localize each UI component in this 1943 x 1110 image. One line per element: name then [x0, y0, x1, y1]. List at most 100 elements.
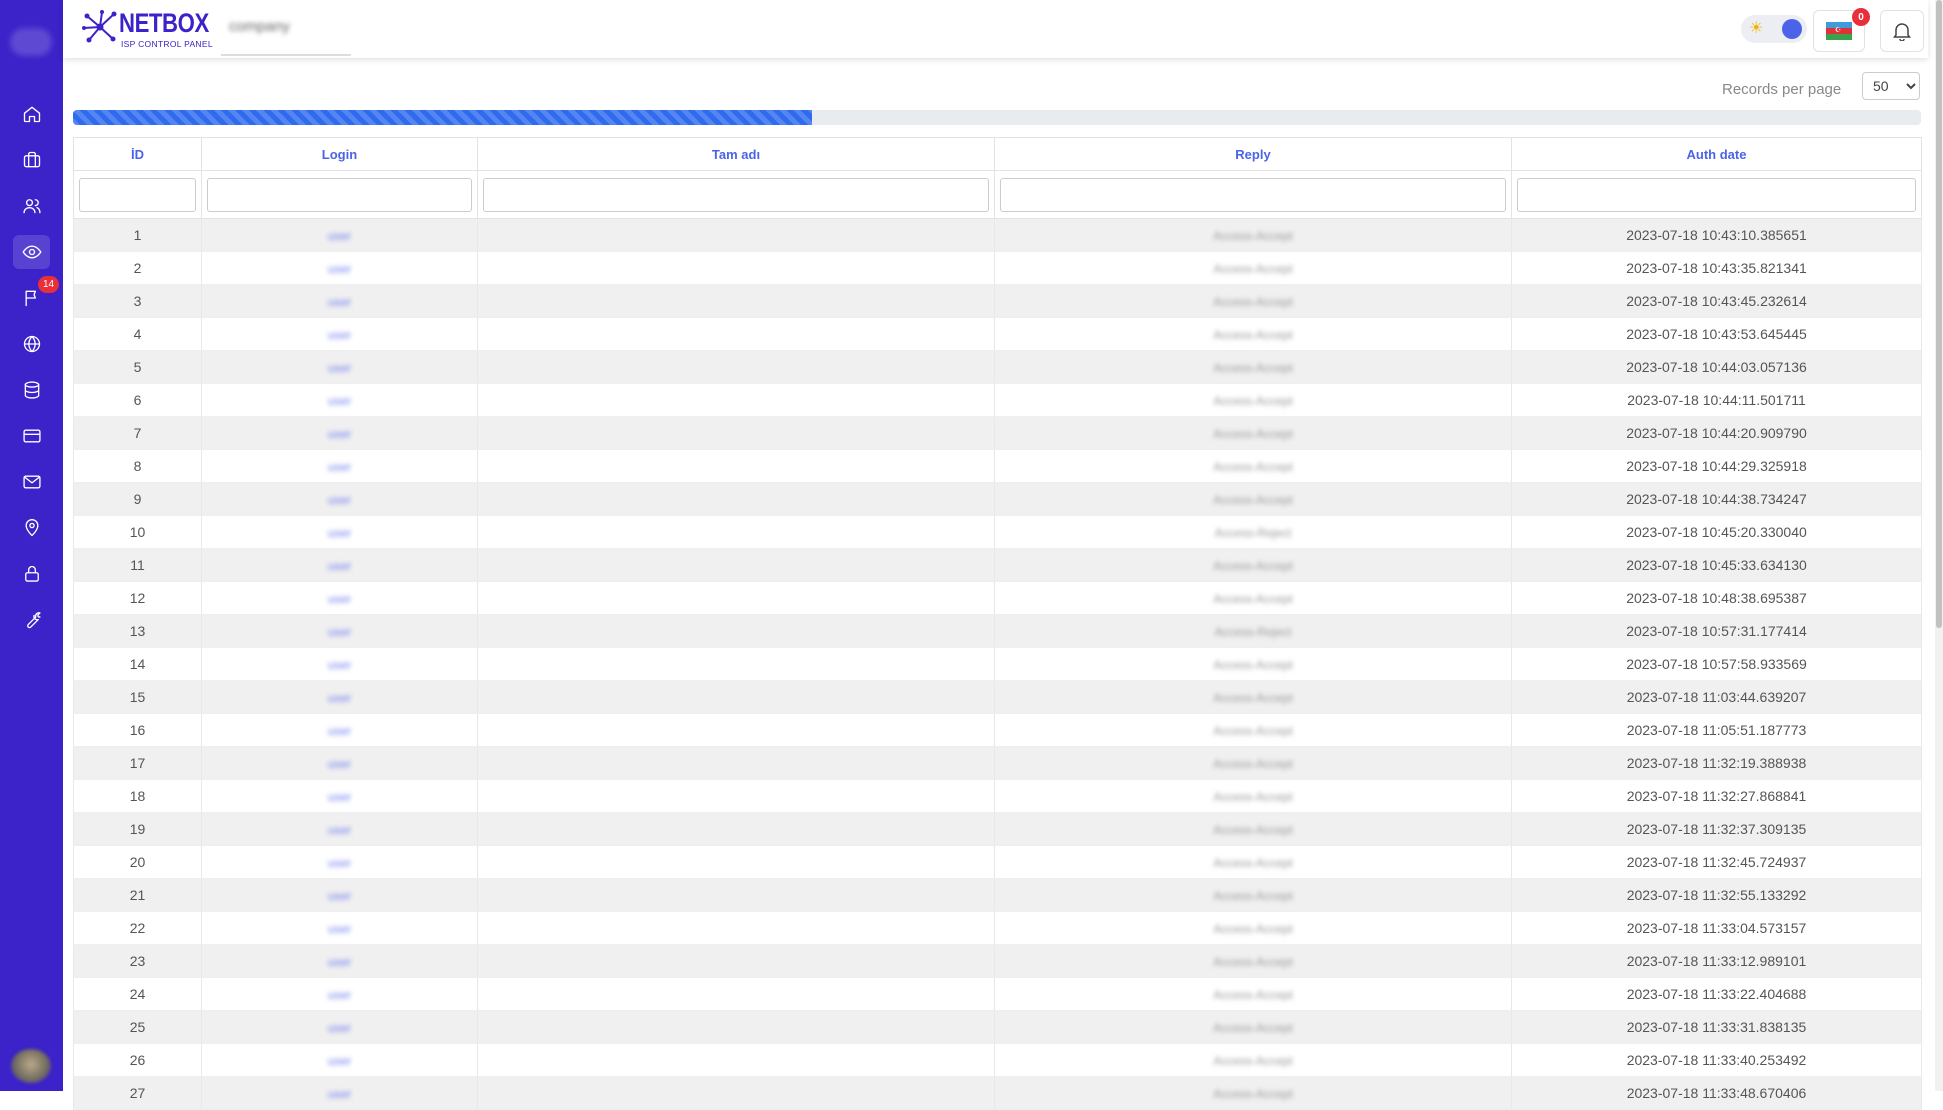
table-row[interactable]: 3 user Access-Accept 2023-07-18 10:43:45.23… — [73, 284, 1922, 318]
cell-login-text[interactable]: user — [328, 229, 351, 243]
auth-date-filter-input[interactable] — [1517, 177, 1916, 212]
login-filter-input[interactable] — [207, 177, 472, 212]
table-row[interactable]: 22 user Access-Accept 2023-07-18 11:33:04.5… — [73, 911, 1922, 945]
cell-login-text[interactable]: user — [328, 559, 351, 573]
cell-login[interactable]: user — [201, 251, 478, 285]
column-header-login[interactable]: Login — [201, 137, 478, 171]
cell-login[interactable]: user — [201, 911, 478, 945]
table-row[interactable]: 8 user Access-Accept 2023-07-18 10:44:29.32… — [73, 449, 1922, 483]
table-row[interactable]: 7 user Access-Accept 2023-07-18 10:44:20.90… — [73, 416, 1922, 450]
table-row[interactable]: 16 user Access-Accept 2023-07-18 11:05:51.1… — [73, 713, 1922, 747]
table-row[interactable]: 4 user Access-Accept 2023-07-18 10:43:53.64… — [73, 317, 1922, 351]
table-row[interactable]: 1 user Access-Accept 2023-07-18 10:43:10.38… — [73, 218, 1922, 252]
id-filter-input[interactable] — [79, 177, 196, 212]
cell-login[interactable]: user — [201, 746, 478, 780]
sidebar-item-users[interactable] — [13, 189, 50, 223]
cell-login[interactable]: user — [201, 548, 478, 582]
column-header-id[interactable]: İD — [73, 137, 202, 171]
table-row[interactable]: 21 user Access-Accept 2023-07-18 11:32:55.1… — [73, 878, 1922, 912]
cell-login-text[interactable]: user — [328, 1054, 351, 1068]
table-row[interactable]: 12 user Access-Accept 2023-07-18 10:48:38.6… — [73, 581, 1922, 615]
cell-login[interactable]: user — [201, 680, 478, 714]
sidebar-logo[interactable] — [10, 28, 52, 56]
notifications-button[interactable] — [1880, 10, 1924, 52]
brand-logo[interactable]: NETBOX ISP CONTROL PANEL — [81, 6, 221, 50]
cell-login-text[interactable]: user — [328, 757, 351, 771]
table-row[interactable]: 17 user Access-Accept 2023-07-18 11:32:19.3… — [73, 746, 1922, 780]
table-row[interactable]: 25 user Access-Accept 2023-07-18 11:33:31.8… — [73, 1010, 1922, 1044]
table-row[interactable]: 19 user Access-Accept 2023-07-18 11:32:37.3… — [73, 812, 1922, 846]
table-row[interactable]: 10 user Access-Reject 2023-07-18 10:45:20.3… — [73, 515, 1922, 549]
sidebar-item-locations[interactable] — [13, 511, 50, 545]
sidebar-item-home[interactable] — [13, 97, 50, 131]
cell-login[interactable]: user — [201, 416, 478, 450]
cell-login-text[interactable]: user — [328, 493, 351, 507]
table-row[interactable]: 2 user Access-Accept 2023-07-18 10:43:35.82… — [73, 251, 1922, 285]
cell-login-text[interactable]: user — [328, 823, 351, 837]
cell-login[interactable]: user — [201, 845, 478, 879]
cell-login[interactable]: user — [201, 614, 478, 648]
cell-login[interactable]: user — [201, 449, 478, 483]
company-tab[interactable]: company — [221, 6, 351, 56]
cell-login[interactable]: user — [201, 1043, 478, 1077]
cell-login-text[interactable]: user — [328, 988, 351, 1002]
cell-login-text[interactable]: user — [328, 922, 351, 936]
table-row[interactable]: 14 user Access-Accept 2023-07-18 10:57:58.9… — [73, 647, 1922, 681]
sidebar-item-network[interactable] — [13, 327, 50, 361]
cell-login[interactable]: user — [201, 944, 478, 978]
cell-login[interactable]: user — [201, 581, 478, 615]
sidebar-item-billing[interactable] — [13, 419, 50, 453]
cell-login-text[interactable]: user — [328, 262, 351, 276]
table-row[interactable]: 20 user Access-Accept 2023-07-18 11:32:45.7… — [73, 845, 1922, 879]
theme-toggle[interactable]: ☀ — [1741, 15, 1807, 43]
table-row[interactable]: 6 user Access-Accept 2023-07-18 10:44:11.50… — [73, 383, 1922, 417]
cell-login[interactable]: user — [201, 1076, 478, 1110]
cell-login-text[interactable]: user — [328, 427, 351, 441]
table-row[interactable]: 13 user Access-Reject 2023-07-18 10:57:31.1… — [73, 614, 1922, 648]
table-row[interactable]: 23 user Access-Accept 2023-07-18 11:33:12.9… — [73, 944, 1922, 978]
cell-login-text[interactable]: user — [328, 955, 351, 969]
sidebar-item-briefcase[interactable] — [13, 143, 50, 177]
sidebar-item-database[interactable] — [13, 373, 50, 407]
cell-login-text[interactable]: user — [328, 889, 351, 903]
table-row[interactable]: 24 user Access-Accept 2023-07-18 11:33:22.4… — [73, 977, 1922, 1011]
table-row[interactable]: 15 user Access-Accept 2023-07-18 11:03:44.6… — [73, 680, 1922, 714]
column-header-reply[interactable]: Reply — [994, 137, 1512, 171]
table-row[interactable]: 9 user Access-Accept 2023-07-18 10:44:38.73… — [73, 482, 1922, 516]
cell-login[interactable]: user — [201, 350, 478, 384]
cell-login[interactable]: user — [201, 218, 478, 252]
sidebar-item-security[interactable] — [13, 557, 50, 591]
scrollbar-thumb[interactable] — [1936, 0, 1942, 628]
table-row[interactable]: 26 user Access-Accept 2023-07-18 11:33:40.2… — [73, 1043, 1922, 1077]
cell-login-text[interactable]: user — [328, 592, 351, 606]
cell-login[interactable]: user — [201, 482, 478, 516]
table-row[interactable]: 27 user Access-Accept 2023-07-18 11:33:48.6… — [73, 1076, 1922, 1110]
cell-login[interactable]: user — [201, 1010, 478, 1044]
table-row[interactable]: 5 user Access-Accept 2023-07-18 10:44:03.05… — [73, 350, 1922, 384]
cell-login-text[interactable]: user — [328, 460, 351, 474]
cell-login-text[interactable]: user — [328, 394, 351, 408]
cell-login-text[interactable]: user — [328, 295, 351, 309]
records-per-page-select[interactable]: 50 — [1862, 72, 1920, 100]
cell-login[interactable]: user — [201, 878, 478, 912]
cell-login-text[interactable]: user — [328, 526, 351, 540]
cell-login-text[interactable]: user — [328, 658, 351, 672]
cell-login-text[interactable]: user — [328, 328, 351, 342]
table-row[interactable]: 11 user Access-Accept 2023-07-18 10:45:33.6… — [73, 548, 1922, 582]
sidebar-item-messages[interactable] — [13, 465, 50, 499]
sidebar-item-sessions[interactable] — [13, 235, 50, 269]
cell-login[interactable]: user — [201, 284, 478, 318]
cell-login[interactable]: user — [201, 383, 478, 417]
page-scrollbar[interactable] — [1935, 0, 1943, 1091]
avatar[interactable] — [11, 1049, 51, 1083]
full-name-filter-input[interactable] — [483, 177, 989, 212]
cell-login-text[interactable]: user — [328, 856, 351, 870]
sidebar-item-tools[interactable] — [13, 603, 50, 637]
cell-login[interactable]: user — [201, 317, 478, 351]
column-header-auth-date[interactable]: Auth date — [1511, 137, 1922, 171]
cell-login-text[interactable]: user — [328, 691, 351, 705]
cell-login-text[interactable]: user — [328, 790, 351, 804]
cell-login-text[interactable]: user — [328, 1021, 351, 1035]
reply-filter-input[interactable] — [1000, 177, 1506, 212]
cell-login[interactable]: user — [201, 977, 478, 1011]
